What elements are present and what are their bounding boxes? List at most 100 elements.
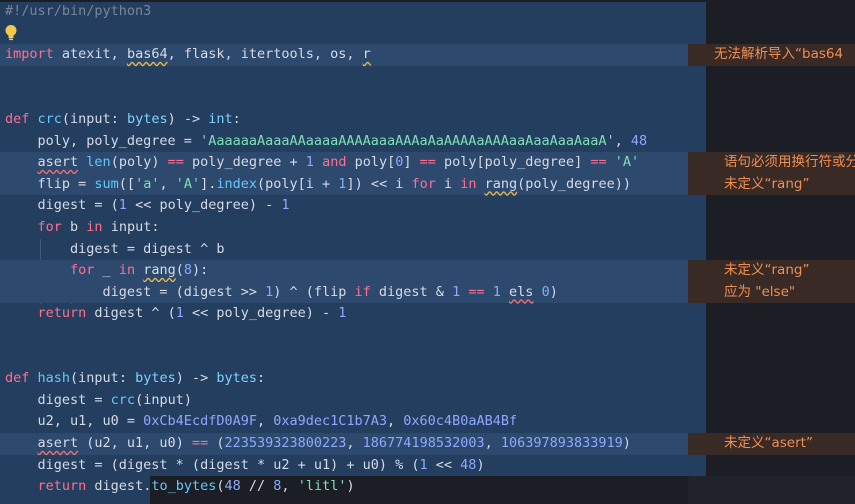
code-line[interactable]: return digest ^ (1 << poly_degree) - 1 bbox=[5, 303, 347, 325]
code-token: len bbox=[86, 154, 111, 171]
code-line[interactable]: digest = (digest >> 1) ^ (flip if digest… bbox=[5, 282, 558, 304]
code-token: == bbox=[468, 283, 485, 300]
code-line[interactable]: def hash(input: bytes) -> bytes: bbox=[5, 368, 265, 390]
code-token: 0xa9dec1C1b7A3 bbox=[273, 413, 388, 430]
code-token: << bbox=[427, 456, 461, 473]
code-line[interactable]: digest = (1 << poly_degree) - 1 bbox=[5, 195, 290, 217]
code-token: bytes bbox=[135, 370, 176, 387]
diagnostic-message[interactable]: 无法解析导入“bas64 bbox=[714, 44, 843, 66]
code-token: 1 bbox=[492, 283, 501, 300]
code-token: in bbox=[118, 262, 136, 279]
code-token: digest & bbox=[370, 283, 453, 300]
code-line[interactable]: digest = crc(input) bbox=[5, 390, 192, 412]
error-token: r bbox=[362, 46, 371, 63]
code-token: 0 bbox=[541, 283, 550, 300]
code-token: u2, u1, u0 = bbox=[5, 413, 144, 430]
code-token: digest. bbox=[86, 478, 152, 495]
code-token: 1 bbox=[338, 305, 347, 322]
code-token: ): bbox=[192, 262, 209, 279]
code-token: 'a' bbox=[135, 175, 160, 192]
code-line[interactable]: for _ in rang(8): bbox=[5, 260, 208, 282]
code-token: b bbox=[61, 219, 87, 235]
code-token: ) -> bbox=[175, 370, 217, 387]
code-token: crc bbox=[37, 111, 62, 127]
code-token: poly[poly_degree] bbox=[435, 154, 591, 171]
code-token: def bbox=[5, 111, 30, 127]
code-token: digest = (digest >> bbox=[5, 283, 266, 300]
code-line[interactable]: import atexit, bas64, flask, itertools, … bbox=[5, 44, 371, 66]
code-token: ( bbox=[216, 478, 225, 495]
diagnostic-message[interactable]: 应为 "else" bbox=[724, 282, 795, 304]
code-token: 1 bbox=[452, 283, 461, 300]
diagnostic-message[interactable]: 未定义“asert” bbox=[724, 433, 813, 455]
code-token: 1 bbox=[175, 305, 184, 322]
code-line[interactable]: digest = (digest * (digest * u2 + u1) + … bbox=[5, 455, 485, 477]
code-token: if bbox=[354, 283, 371, 300]
code-token: , bbox=[614, 132, 631, 149]
code-token: and bbox=[322, 154, 347, 171]
code-line[interactable]: asert len(poly) == poly_degree + 1 and p… bbox=[5, 152, 640, 174]
diagnostic-message[interactable]: 未定义“rang” bbox=[724, 260, 809, 282]
code-token: // bbox=[240, 478, 274, 495]
code-token: #!/usr/bin/python3 bbox=[5, 3, 152, 19]
code-token: (poly) bbox=[110, 154, 168, 171]
code-token: : bbox=[232, 111, 241, 127]
error-token: rang bbox=[484, 175, 518, 192]
code-token: 1 bbox=[419, 456, 428, 473]
code-token: poly[ bbox=[346, 154, 396, 171]
code-token: def bbox=[5, 370, 30, 387]
diagnostic-panel-edge bbox=[688, 476, 855, 504]
code-token: ) bbox=[346, 478, 355, 495]
code-line[interactable]: u2, u1, u0 = 0xCb4EcdfD0A9F, 0xa9dec1C1b… bbox=[5, 411, 518, 433]
code-token: digest ^ ( bbox=[86, 305, 176, 322]
code-line[interactable]: def crc(input: bytes) -> int: bbox=[5, 109, 241, 131]
code-line[interactable]: #!/usr/bin/python3 bbox=[5, 1, 151, 23]
code-token: poly_degree + bbox=[183, 154, 306, 171]
code-token: 48 bbox=[224, 478, 241, 495]
error-token: asert bbox=[37, 435, 79, 451]
code-line[interactable]: return digest.to_bytes(48 // 8, 'litl') bbox=[5, 476, 355, 498]
code-token: int bbox=[208, 111, 233, 127]
code-token: ) bbox=[622, 435, 631, 451]
code-token: in bbox=[86, 219, 103, 235]
code-line[interactable]: flip = sum(['a', 'A'].index(poly[i + 1])… bbox=[5, 174, 631, 196]
code-token: << poly_degree) - bbox=[183, 305, 339, 322]
code-token: == bbox=[167, 154, 184, 171]
code-token: == bbox=[419, 154, 436, 171]
code-line[interactable]: digest = digest ^ b bbox=[5, 239, 224, 261]
diagnostic-message[interactable]: 未定义“rang” bbox=[724, 174, 809, 196]
code-token: == bbox=[191, 435, 209, 451]
code-token: ([ bbox=[118, 175, 136, 192]
code-token: i bbox=[435, 175, 461, 192]
code-token: 1 bbox=[281, 197, 290, 214]
code-token: 1 bbox=[305, 154, 314, 171]
code-line[interactable]: asert (u2, u1, u0) == (223539323800223, … bbox=[5, 433, 631, 455]
code-token: hash bbox=[37, 370, 71, 387]
code-token: (input) bbox=[135, 391, 192, 408]
code-line[interactable]: for b in input: bbox=[5, 217, 160, 239]
code-token: for bbox=[37, 219, 62, 235]
code-token: 1 bbox=[265, 283, 274, 300]
code-editor[interactable]: #!/usr/bin/python3 import atexit, bas64, … bbox=[0, 0, 855, 504]
lightbulb-icon[interactable] bbox=[4, 24, 20, 42]
code-token: , bbox=[281, 478, 298, 495]
code-line[interactable]: poly, poly_degree = 'AaaaaaAaaaAAaaaaAAA… bbox=[5, 131, 648, 153]
code-token: for bbox=[70, 262, 95, 279]
code-token: index bbox=[216, 175, 258, 192]
code-token: 223539323800223 bbox=[224, 435, 347, 451]
code-token: , bbox=[484, 435, 501, 451]
code-token: 0xCb4EcdfD0A9F bbox=[143, 413, 257, 430]
error-token: rang bbox=[143, 262, 176, 279]
diagnostic-message[interactable]: 语句必须用换行符或分 bbox=[724, 152, 855, 174]
error-token: bas64 bbox=[126, 46, 168, 63]
code-token: bytes bbox=[216, 370, 257, 387]
code-token: to_bytes bbox=[151, 478, 217, 495]
error-token: asert bbox=[37, 154, 79, 171]
code-token: in bbox=[460, 175, 477, 192]
